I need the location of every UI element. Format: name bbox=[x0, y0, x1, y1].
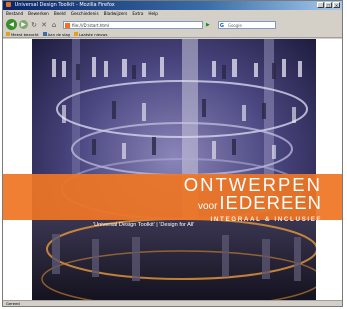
home-icon: ⌂ bbox=[51, 20, 57, 29]
bookmark-most-visited[interactable]: Meest bezocht bbox=[6, 31, 39, 37]
back-button[interactable]: ◀ bbox=[6, 19, 17, 30]
back-arrow-icon: ◀ bbox=[9, 21, 14, 28]
reload-icon: ↻ bbox=[31, 20, 37, 29]
rss-icon bbox=[73, 32, 78, 36]
menu-help[interactable]: Help bbox=[148, 10, 158, 18]
bookmark-label: Aan de slag bbox=[47, 31, 70, 37]
search-input[interactable]: G Google bbox=[217, 20, 276, 29]
title-iedereen: IEDEREEN bbox=[219, 192, 322, 213]
google-icon: G bbox=[219, 22, 224, 29]
stop-icon: ✕ bbox=[41, 20, 47, 29]
title-line-2: voor IEDEREEN bbox=[184, 192, 322, 215]
menu-history[interactable]: Geschiedenis bbox=[71, 10, 99, 18]
menu-bookmarks[interactable]: Bladwijzers bbox=[104, 10, 128, 18]
minimize-icon[interactable]: _ bbox=[317, 2, 324, 8]
page-content: ONTWERPEN voor IEDEREEN INTEGRAAL & INCLU… bbox=[3, 39, 342, 301]
page-favicon-icon bbox=[65, 22, 70, 28]
bookmark-label: Laatste nieuws bbox=[78, 31, 108, 37]
menu-view[interactable]: Beeld bbox=[54, 10, 66, 18]
bookmarks-toolbar: Meest bezocht Aan de slag Laatste nieuws bbox=[3, 31, 342, 38]
menu-bar: Bestand Bewerken Beeld Geschiedenis Blad… bbox=[3, 10, 342, 18]
maximize-icon[interactable]: □ bbox=[325, 2, 332, 8]
menu-edit[interactable]: Bewerken bbox=[28, 10, 49, 18]
close-icon[interactable]: × bbox=[333, 2, 340, 8]
status-bar: Gereed bbox=[3, 300, 342, 306]
browser-window: Universal Design Toolkit - Mozilla Firef… bbox=[2, 0, 343, 307]
stop-button[interactable]: ✕ bbox=[40, 20, 48, 29]
bookmark-latest-news[interactable]: Laatste nieuws bbox=[73, 31, 108, 37]
window-title: Universal Design Toolkit - Mozilla Firef… bbox=[14, 2, 115, 8]
window-controls: _ □ × bbox=[317, 2, 340, 8]
forward-button[interactable]: ▶ bbox=[19, 20, 28, 29]
spiral-stairs-photo bbox=[32, 39, 316, 301]
banner-title: ONTWERPEN voor IEDEREEN INTEGRAAL & INCLU… bbox=[184, 175, 322, 224]
menu-tools[interactable]: Extra bbox=[132, 10, 143, 18]
address-text: file:///D:/start.html bbox=[72, 22, 109, 28]
menu-file[interactable]: Bestand bbox=[6, 10, 23, 18]
bookmark-label: Meest bezocht bbox=[11, 31, 39, 37]
hero-photo bbox=[32, 39, 316, 301]
title-voor: voor bbox=[197, 201, 218, 212]
subtitle: INTEGRAAL & INCLUSIEF bbox=[210, 216, 322, 223]
bookmark-icon bbox=[6, 32, 10, 36]
navigation-toolbar: ◀ ▶ ↻ ✕ ⌂ file:///D:/start.html ▶ G Goog… bbox=[3, 18, 342, 31]
status-text: Gereed bbox=[6, 301, 20, 306]
home-button[interactable]: ⌂ bbox=[50, 20, 58, 29]
reload-button[interactable]: ↻ bbox=[30, 20, 38, 29]
bookmark-getting-started[interactable]: Aan de slag bbox=[42, 31, 70, 37]
search-placeholder: Google bbox=[227, 22, 242, 28]
forward-arrow-icon: ▶ bbox=[21, 21, 26, 28]
firefox-icon bbox=[6, 2, 11, 7]
go-icon[interactable]: ▶ bbox=[206, 22, 210, 28]
toolkit-links[interactable]: 'Universal Design Toolkit' | 'Design for… bbox=[93, 222, 194, 228]
bookmark-icon bbox=[42, 32, 47, 36]
title-bar: Universal Design Toolkit - Mozilla Firef… bbox=[3, 1, 342, 10]
address-bar[interactable]: file:///D:/start.html bbox=[63, 20, 203, 29]
